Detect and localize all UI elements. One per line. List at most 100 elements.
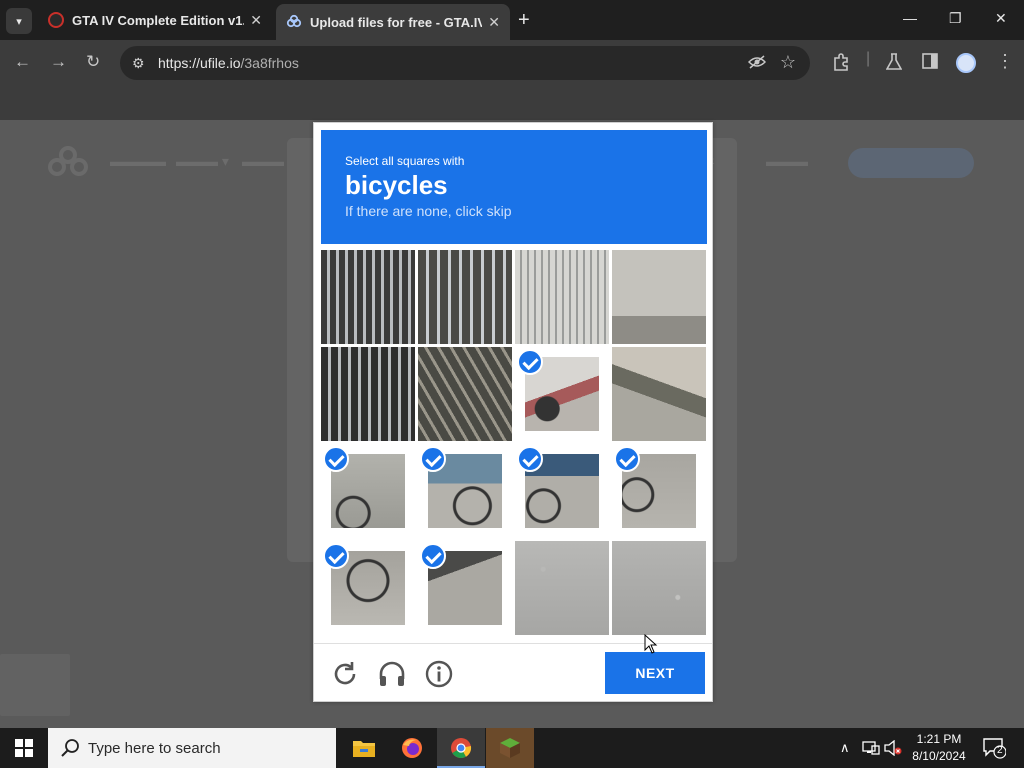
- captcha-tile-image: [321, 250, 415, 344]
- captcha-target-object: bicycles: [345, 170, 448, 200]
- captcha-tile[interactable]: [321, 444, 415, 538]
- tile-checkmark-icon: [420, 446, 446, 472]
- captcha-tile-image: [418, 347, 512, 441]
- bookmark-bar: [0, 86, 1024, 120]
- captcha-tile-image: [515, 541, 609, 635]
- clock-date: 8/10/2024: [912, 749, 966, 763]
- captcha-challenge: Select all squares with bicycles If ther…: [313, 122, 713, 702]
- ufile-favicon-icon: [286, 14, 302, 30]
- next-button[interactable]: NEXT: [605, 652, 705, 694]
- windows-taskbar: Type here to search ∧ 1:21 PM 8/10/2024 …: [0, 728, 1024, 768]
- page-nav-placeholder: ▬▬▬ ▾: [176, 153, 229, 169]
- back-icon[interactable]: ←: [14, 52, 31, 72]
- tab-ufile[interactable]: Upload files for free - GTA.IV.C ✕: [276, 4, 510, 40]
- bookmark-star-icon[interactable]: ☆: [780, 52, 796, 73]
- reload-icon[interactable]: ↻: [86, 52, 100, 72]
- extensions-icon[interactable]: [832, 53, 850, 76]
- labs-flask-icon[interactable]: [885, 53, 903, 76]
- tab-title: Upload files for free - GTA.IV.C: [310, 14, 483, 30]
- tile-checkmark-icon: [517, 446, 543, 472]
- clock[interactable]: 1:21 PM 8/10/2024: [906, 731, 972, 765]
- tile-checkmark-icon: [323, 543, 349, 569]
- firefox-icon[interactable]: [388, 728, 436, 768]
- captcha-tile[interactable]: [321, 347, 415, 441]
- site-settings-icon[interactable]: ⚙: [132, 55, 145, 72]
- captcha-header: Select all squares with bicycles If ther…: [321, 130, 707, 244]
- eye-slash-icon[interactable]: [747, 54, 767, 73]
- tab-search-chevron-icon[interactable]: ▾: [6, 8, 32, 34]
- menu-kebab-icon[interactable]: ⋮: [996, 51, 1014, 72]
- info-icon[interactable]: [424, 659, 454, 689]
- captcha-tile[interactable]: [321, 250, 415, 344]
- reload-challenge-icon[interactable]: [330, 659, 360, 689]
- volume-muted-icon[interactable]: [884, 728, 902, 768]
- side-panel-icon[interactable]: [922, 53, 938, 74]
- page-nav-placeholder: ▬▬▬: [242, 153, 284, 169]
- file-explorer-icon[interactable]: [340, 728, 388, 768]
- toolbar-divider: |: [866, 50, 871, 67]
- recaptcha-badge: [0, 654, 70, 716]
- captcha-tile-image: [418, 250, 512, 344]
- browser-toolbar: ← → ↻ ⚙ https://ufile.io/3a8frhos ☆ | ⋮: [0, 40, 1024, 86]
- windows-logo-icon: [15, 739, 33, 757]
- captcha-tile[interactable]: [515, 444, 609, 538]
- captcha-tile-image: [612, 250, 706, 344]
- captcha-tile[interactable]: [515, 347, 609, 441]
- new-tab-button[interactable]: +: [518, 9, 530, 32]
- captcha-tile-image: [515, 250, 609, 344]
- close-window-icon[interactable]: ✕: [995, 10, 1007, 27]
- captcha-tile[interactable]: [321, 541, 415, 635]
- minimize-icon[interactable]: —: [903, 10, 917, 26]
- tile-checkmark-icon: [420, 543, 446, 569]
- profile-avatar-icon[interactable]: [956, 53, 976, 73]
- taskbar-search[interactable]: Type here to search: [48, 728, 336, 768]
- tab-gta-iv[interactable]: GTA IV Complete Edition v1.2.0 ✕: [38, 4, 272, 36]
- captcha-tile[interactable]: [612, 250, 706, 344]
- captcha-instruction: Select all squares with: [345, 154, 465, 168]
- close-tab-icon[interactable]: ✕: [488, 14, 500, 31]
- url-text[interactable]: https://ufile.io/3a8frhos: [158, 55, 299, 71]
- captcha-tile[interactable]: [418, 444, 512, 538]
- forward-icon[interactable]: →: [50, 52, 67, 72]
- restore-icon[interactable]: ❐: [949, 10, 962, 27]
- page-nav-placeholder: ▬▬▬: [766, 153, 808, 169]
- captcha-tile[interactable]: [418, 541, 512, 635]
- url-path: /3a8frhos: [240, 55, 299, 71]
- notification-count: 2: [997, 745, 1003, 756]
- gta-favicon-icon: [48, 12, 64, 28]
- captcha-tile[interactable]: [515, 250, 609, 344]
- captcha-subtitle: If there are none, click skip: [345, 203, 512, 219]
- close-tab-icon[interactable]: ✕: [250, 12, 262, 29]
- search-placeholder: Type here to search: [88, 740, 221, 757]
- show-hidden-icons-chevron-icon[interactable]: ∧: [840, 728, 850, 768]
- captcha-tile[interactable]: [612, 347, 706, 441]
- tile-checkmark-icon: [517, 349, 543, 375]
- notifications-icon[interactable]: 2: [982, 737, 1007, 759]
- network-icon[interactable]: [862, 728, 880, 768]
- audio-challenge-headphones-icon[interactable]: [377, 659, 407, 689]
- tab-title: GTA IV Complete Edition v1.2.0: [72, 12, 244, 28]
- captcha-tile[interactable]: [612, 444, 706, 538]
- chrome-icon[interactable]: [437, 728, 485, 768]
- page-signup-button-blurred: [848, 148, 974, 178]
- address-bar[interactable]: ⚙ https://ufile.io/3a8frhos ☆: [120, 46, 810, 80]
- captcha-image-grid: [321, 250, 707, 636]
- tab-strip: ▾ GTA IV Complete Edition v1.2.0 ✕ Uploa…: [0, 0, 1024, 40]
- captcha-tile[interactable]: [418, 347, 512, 441]
- captcha-tile-image: [612, 541, 706, 635]
- captcha-tile[interactable]: [612, 541, 706, 635]
- captcha-tile-image: [321, 347, 415, 441]
- ufile-logo-icon: [48, 146, 92, 180]
- minecraft-icon[interactable]: [486, 728, 534, 768]
- clock-time: 1:21 PM: [916, 732, 962, 746]
- captcha-tile[interactable]: [515, 541, 609, 635]
- captcha-tile[interactable]: [418, 250, 512, 344]
- page-nav-placeholder: ▬▬▬▬: [110, 153, 166, 169]
- url-host: https://ufile.io: [158, 55, 241, 71]
- captcha-tile-image: [612, 347, 706, 441]
- tile-checkmark-icon: [614, 446, 640, 472]
- start-button[interactable]: [0, 728, 48, 768]
- search-icon: [61, 739, 79, 757]
- mouse-cursor-icon: [644, 634, 658, 654]
- tile-checkmark-icon: [323, 446, 349, 472]
